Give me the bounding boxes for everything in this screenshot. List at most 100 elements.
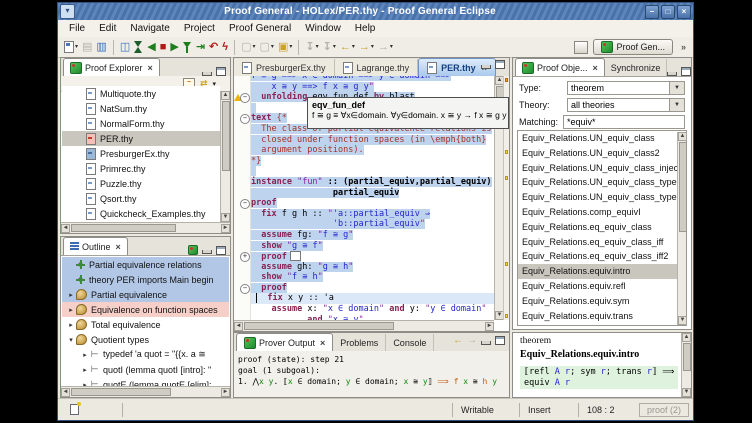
type-combo[interactable]: theorem ▼ [567, 81, 685, 95]
window-menu-icon[interactable]: ▾ [60, 4, 75, 19]
outline-item[interactable]: ▸Total equivalence [62, 317, 229, 332]
open-goal-button[interactable]: ◫ [118, 39, 132, 55]
theorem-list-item[interactable]: Equiv_Relations.UN_equiv_class [518, 131, 686, 146]
outline-item[interactable]: ▸⊢quotI (lemma quotI [intro]: " [62, 362, 229, 377]
editor-line[interactable]: assume gh: "g ≅ h" [251, 262, 494, 273]
tree-collapsed-icon[interactable]: ▸ [80, 366, 90, 374]
stop-button[interactable]: ■ [158, 39, 169, 55]
fold-minus-icon[interactable]: − [240, 284, 250, 294]
file-item[interactable]: Multiquote.thy [62, 86, 220, 101]
editor-line[interactable]: 'b::partial_equiv" [251, 219, 494, 230]
theorem-list-item[interactable]: Equiv_Relations.UN_equiv_class_inject [518, 161, 686, 176]
editor-tab-lagrange-thy[interactable]: Lagrange.thy [335, 59, 419, 76]
previous-annotation-button[interactable]: ↧▾ [303, 39, 320, 55]
open-perspective-button[interactable] [574, 41, 588, 54]
tree-collapsed-icon[interactable]: ▸ [66, 291, 76, 299]
tab-problems[interactable]: Problems [333, 334, 386, 351]
tab-console[interactable]: Console [386, 334, 434, 351]
tab-prover-output[interactable]: Prover Output× [236, 333, 333, 351]
editor-line[interactable]: proof [251, 283, 494, 294]
restart-prover-button[interactable]: ϟ [220, 39, 230, 55]
outline-item[interactable]: ▸Partial equivalence [62, 287, 229, 302]
outline-hscrollbar[interactable]: ◄ ► [61, 386, 230, 397]
theorem-list-item[interactable]: Equiv_Relations.eq_equiv_class_iff [518, 235, 686, 250]
file-item[interactable]: NormalForm.thy [62, 116, 220, 131]
outline-item[interactable]: ▸⊢quotE (lemma quotE [elim]: [62, 377, 229, 386]
minimize-view-icon[interactable] [202, 250, 212, 254]
minimize-editor-icon[interactable] [481, 65, 491, 69]
matching-input[interactable] [563, 115, 685, 129]
fold-minus-icon[interactable]: − [240, 114, 250, 124]
theory-combo[interactable]: all theories ▼ [567, 98, 685, 112]
run-to-end-button[interactable]: ⇥ [194, 39, 207, 55]
fold-plus-icon[interactable]: + [240, 252, 250, 262]
maximize-view-icon[interactable] [495, 336, 505, 345]
maximize-button[interactable]: □ [661, 5, 675, 19]
detail-vscrollbar[interactable]: ▲ ▼ [681, 333, 691, 397]
forward-button[interactable]: →▾ [357, 39, 376, 55]
close-icon[interactable]: × [593, 63, 598, 73]
theorem-list-item[interactable]: Equiv_Relations.equiv.sym [518, 294, 686, 309]
prover-forward-button[interactable]: → [467, 335, 477, 346]
editor-line[interactable]: instance "fun" :: (partial_equiv,partial… [251, 177, 494, 188]
tab-outline[interactable]: Outline × [63, 237, 128, 255]
minimize-view-icon[interactable] [202, 72, 212, 76]
tab-synchronize[interactable]: Synchronize [605, 59, 668, 76]
editor-line[interactable]: show "g ≅ f" [251, 241, 494, 252]
perspective-proof-general-button[interactable]: Proof Gen... [593, 39, 673, 55]
tree-collapsed-icon[interactable]: ▸ [80, 351, 90, 359]
editor-hscrollbar[interactable]: ◄ ► [234, 320, 494, 331]
fold-minus-icon[interactable]: − [240, 199, 250, 209]
editor-line[interactable]: fix x y :: 'a [251, 293, 494, 304]
file-item[interactable]: Puzzle.thy [62, 176, 220, 191]
editor-line[interactable] [251, 166, 494, 177]
minimize-button[interactable]: – [645, 5, 659, 19]
close-icon[interactable]: × [320, 338, 325, 348]
editor-line[interactable]: *} [251, 156, 494, 167]
theorem-list-item[interactable]: Equiv_Relations.UN_equiv_class_type [518, 175, 686, 190]
maximize-view-icon[interactable] [681, 67, 691, 76]
theorem-list-item[interactable]: Equiv_Relations.UN_equiv_class_type2 [518, 190, 686, 205]
file-item[interactable]: NatSum.thy [62, 101, 220, 116]
outline-item[interactable]: ▸Equivalence on function spaces [62, 302, 229, 317]
maximize-view-icon[interactable] [216, 246, 226, 255]
chevron-down-icon[interactable]: ▼ [669, 99, 684, 111]
menu-proof-general[interactable]: Proof General [222, 22, 298, 35]
theorem-list-item[interactable]: Equiv_Relations.equiv.refl [518, 279, 686, 294]
menu-file[interactable]: File [62, 22, 92, 35]
next-annotation-button[interactable]: ↧▾ [321, 39, 338, 55]
file-item[interactable]: Quickcheck_Examples.thy [62, 206, 220, 221]
tree-expanded-icon[interactable]: ▾ [66, 336, 76, 344]
editor-line[interactable]: proof [251, 251, 494, 262]
tree-collapsed-icon[interactable]: ▸ [66, 321, 76, 329]
editor-line[interactable]: assume fg: "f ≅ g" [251, 230, 494, 241]
print-button[interactable]: ▥ [94, 39, 108, 55]
fast-view-icon[interactable] [70, 404, 79, 415]
folder-tool-button[interactable]: ▣▾ [276, 39, 294, 55]
outline-sync-button[interactable] [188, 245, 198, 255]
menu-help[interactable]: Help [348, 22, 383, 35]
menu-navigate[interactable]: Navigate [123, 22, 176, 35]
next-step-button[interactable]: ▶ [168, 39, 180, 55]
menu-edit[interactable]: Edit [92, 22, 123, 35]
paste-tool-button[interactable]: ▢▾ [258, 39, 276, 55]
file-item[interactable]: Qsort.thy [62, 191, 220, 206]
outline-item[interactable]: theory PER imports Main begin [62, 272, 229, 287]
editor-line[interactable]: proof [251, 198, 494, 209]
proof-progress-button[interactable]: proof (2) [639, 403, 689, 417]
tree-collapsed-icon[interactable]: ▸ [66, 306, 76, 314]
theorem-list-item[interactable]: Equiv_Relations.equiv.intro [518, 264, 686, 279]
save-button[interactable]: ▤ [80, 39, 94, 55]
editor-line[interactable]: partial_equiv [251, 188, 494, 199]
minimize-view-icon[interactable] [481, 341, 491, 345]
outline-item[interactable]: Partial equivalence relations [62, 257, 229, 272]
fold-minus-icon[interactable]: − [240, 93, 250, 103]
back-button[interactable]: ←▾ [338, 39, 357, 55]
theorem-list-item[interactable]: Equiv_Relations.equiv.trans [518, 309, 686, 324]
menu-window[interactable]: Window [298, 22, 348, 35]
theorem-list-item[interactable]: Equiv_Relations.eq_equiv_class_iff2 [518, 249, 686, 264]
outline-item[interactable]: ▸⊢typedef 'a quot = "{{x. a ≅ [62, 347, 229, 362]
file-item[interactable]: PER.thy [62, 131, 220, 146]
goto-target-button[interactable] [181, 39, 194, 55]
toolbar-overflow-chevron[interactable]: » [681, 42, 686, 52]
